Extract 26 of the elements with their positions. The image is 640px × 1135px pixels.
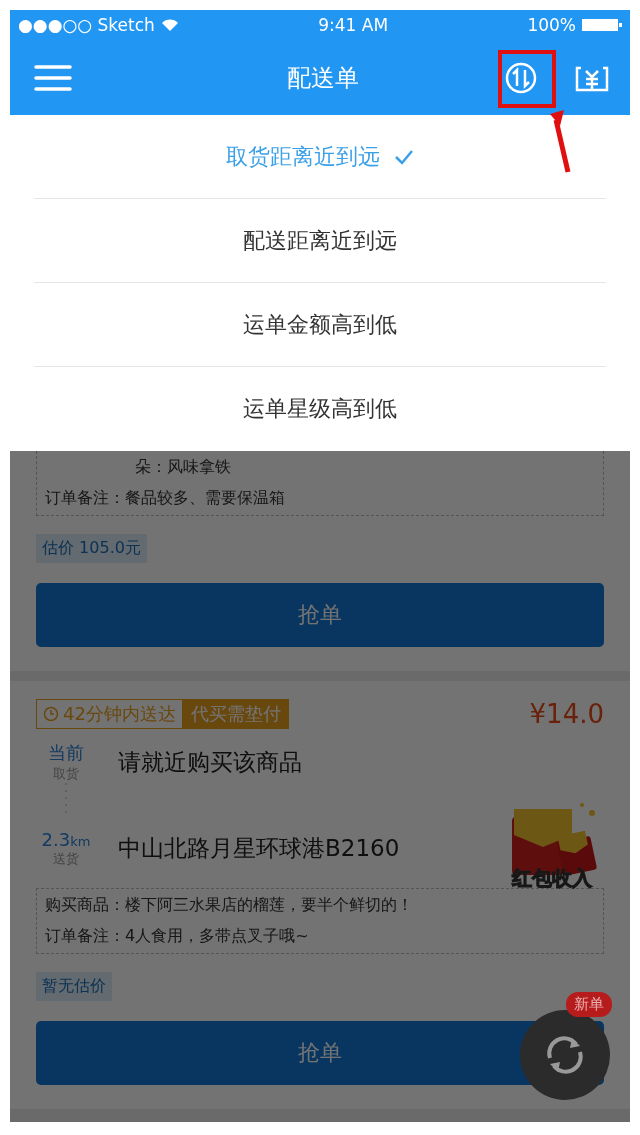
highlight-frame [498,50,556,108]
wifi-icon [160,18,179,32]
distance-text: 2.3km [41,829,91,850]
menu-icon[interactable] [34,63,72,92]
estimate-tag: 估价 105.0元 [36,534,147,563]
detail-text: 订单备注：餐品较多、需要保温箱 [45,488,285,509]
address-text: 中山北路月星环球港B2160 [118,834,400,863]
battery-percent: 100% [527,15,576,35]
detail-text: 购买商品：楼下阿三水果店的榴莲，要半个鲜切的！ [45,895,413,916]
battery-icon [582,17,622,33]
detail-text: 订单备注：4人食用，多带点叉子哦~ [45,926,309,947]
new-order-badge: 新单 [566,992,612,1017]
pay-tag: 代买需垫付 [182,699,289,729]
estimate-tag: 暂无估价 [36,972,112,1001]
nav-title: 配送单 [286,62,360,94]
distance-text: 当前 [48,741,84,765]
check-icon [394,148,414,165]
address-text: 请就近购买该商品 [118,747,302,777]
arrow-annotation [550,110,571,173]
sort-icon[interactable] [504,60,538,95]
status-time: 9:41 AM [318,15,389,35]
time-tag: 42分钟内送达 [36,699,183,729]
clock-icon [43,706,59,722]
item-text: 朵：风味拿铁 [134,457,231,478]
order-price: ¥14.0 [529,699,604,729]
carrier-text: ●●●○○ Sketch [18,15,155,35]
